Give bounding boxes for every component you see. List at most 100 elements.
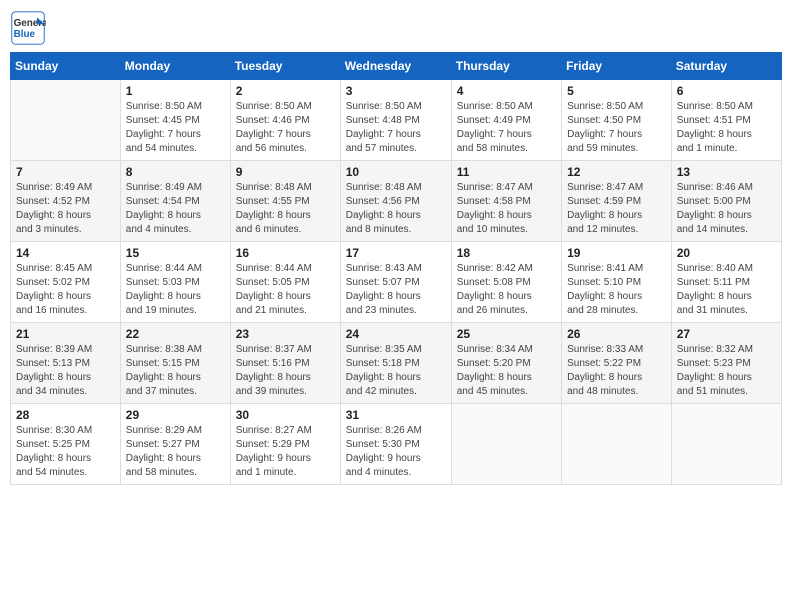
day-info: Sunrise: 8:47 AMSunset: 4:58 PMDaylight:… [457, 181, 556, 237]
calendar-cell: 18 Sunrise: 8:42 AMSunset: 5:08 PMDayligh… [451, 242, 561, 323]
day-info: Sunrise: 8:50 AMSunset: 4:50 PMDaylight:… [567, 100, 666, 156]
day-number: 1 [126, 84, 225, 98]
calendar-cell: 19 Sunrise: 8:41 AMSunset: 5:10 PMDayligh… [562, 242, 672, 323]
calendar-cell: 15 Sunrise: 8:44 AMSunset: 5:03 PMDayligh… [120, 242, 230, 323]
calendar-cell: 16Sunrise: 8:44 AMSunset: 5:05 PMDayligh… [230, 242, 340, 323]
calendar-cell: 24 Sunrise: 8:35 AMSunset: 5:18 PMDayligh… [340, 323, 451, 404]
calendar-cell: 17 Sunrise: 8:43 AMSunset: 5:07 PMDayligh… [340, 242, 451, 323]
day-info: Sunrise: 8:44 AMSunset: 5:03 PMDaylight:… [126, 262, 225, 318]
calendar-header-row: SundayMondayTuesdayWednesdayThursdayFrid… [11, 53, 782, 80]
calendar-cell: 29 Sunrise: 8:29 AMSunset: 5:27 PMDayligh… [120, 404, 230, 485]
header-wednesday: Wednesday [340, 53, 451, 80]
page-header: General Blue [10, 10, 782, 46]
day-info: Sunrise: 8:50 AMSunset: 4:48 PMDaylight:… [346, 100, 446, 156]
day-info: Sunrise: 8:26 AMSunset: 5:30 PMDaylight:… [346, 424, 446, 480]
day-info: Sunrise: 8:35 AMSunset: 5:18 PMDaylight:… [346, 343, 446, 399]
day-number: 18 [457, 246, 556, 260]
header-saturday: Saturday [671, 53, 781, 80]
calendar-cell: 22 Sunrise: 8:38 AMSunset: 5:15 PMDayligh… [120, 323, 230, 404]
day-info: Sunrise: 8:43 AMSunset: 5:07 PMDaylight:… [346, 262, 446, 318]
calendar-cell: 28Sunrise: 8:30 AMSunset: 5:25 PMDayligh… [11, 404, 121, 485]
calendar-cell: 1Sunrise: 8:50 AMSunset: 4:45 PMDaylight… [120, 80, 230, 161]
calendar-cell: 14 Sunrise: 8:45 AMSunset: 5:02 PMDayligh… [11, 242, 121, 323]
day-info: Sunrise: 8:33 AMSunset: 5:22 PMDaylight:… [567, 343, 666, 399]
day-number: 5 [567, 84, 666, 98]
calendar-cell: 6 Sunrise: 8:50 AMSunset: 4:51 PMDaylight… [671, 80, 781, 161]
day-info: Sunrise: 8:50 AMSunset: 4:49 PMDaylight:… [457, 100, 556, 156]
day-info: Sunrise: 8:39 AMSunset: 5:13 PMDaylight:… [16, 343, 115, 399]
day-number: 2 [236, 84, 335, 98]
day-number: 26 [567, 327, 666, 341]
day-info: Sunrise: 8:37 AMSunset: 5:16 PMDaylight:… [236, 343, 335, 399]
day-number: 9 [236, 165, 335, 179]
day-number: 3 [346, 84, 446, 98]
day-info: Sunrise: 8:48 AMSunset: 4:55 PMDaylight:… [236, 181, 335, 237]
calendar-cell: 11 Sunrise: 8:47 AMSunset: 4:58 PMDayligh… [451, 161, 561, 242]
day-number: 15 [126, 246, 225, 260]
day-number: 29 [126, 408, 225, 422]
calendar-week-1: 7 Sunrise: 8:49 AMSunset: 4:52 PMDaylight… [11, 161, 782, 242]
day-number: 8 [126, 165, 225, 179]
calendar-cell [671, 404, 781, 485]
day-number: 14 [16, 246, 115, 260]
calendar-cell [451, 404, 561, 485]
calendar-cell: 26 Sunrise: 8:33 AMSunset: 5:22 PMDayligh… [562, 323, 672, 404]
day-info: Sunrise: 8:41 AMSunset: 5:10 PMDaylight:… [567, 262, 666, 318]
calendar-cell: 12 Sunrise: 8:47 AMSunset: 4:59 PMDayligh… [562, 161, 672, 242]
day-number: 7 [16, 165, 115, 179]
calendar-week-4: 28Sunrise: 8:30 AMSunset: 5:25 PMDayligh… [11, 404, 782, 485]
day-info: Sunrise: 8:34 AMSunset: 5:20 PMDaylight:… [457, 343, 556, 399]
calendar-cell: 23 Sunrise: 8:37 AMSunset: 5:16 PMDayligh… [230, 323, 340, 404]
day-number: 27 [677, 327, 776, 341]
day-info: Sunrise: 8:29 AMSunset: 5:27 PMDaylight:… [126, 424, 225, 480]
day-number: 17 [346, 246, 446, 260]
day-number: 4 [457, 84, 556, 98]
day-number: 13 [677, 165, 776, 179]
svg-text:Blue: Blue [14, 29, 36, 40]
header-monday: Monday [120, 53, 230, 80]
day-number: 21 [16, 327, 115, 341]
day-number: 24 [346, 327, 446, 341]
calendar-cell: 10Sunrise: 8:48 AMSunset: 4:56 PMDayligh… [340, 161, 451, 242]
header-tuesday: Tuesday [230, 53, 340, 80]
calendar-cell: 13 Sunrise: 8:46 AMSunset: 5:00 PMDayligh… [671, 161, 781, 242]
day-number: 11 [457, 165, 556, 179]
header-friday: Friday [562, 53, 672, 80]
day-number: 23 [236, 327, 335, 341]
calendar-cell: 7 Sunrise: 8:49 AMSunset: 4:52 PMDaylight… [11, 161, 121, 242]
day-number: 22 [126, 327, 225, 341]
day-info: Sunrise: 8:42 AMSunset: 5:08 PMDaylight:… [457, 262, 556, 318]
day-info: Sunrise: 8:30 AMSunset: 5:25 PMDaylight:… [16, 424, 115, 480]
calendar-cell [562, 404, 672, 485]
header-thursday: Thursday [451, 53, 561, 80]
day-number: 16 [236, 246, 335, 260]
day-info: Sunrise: 8:49 AMSunset: 4:52 PMDaylight:… [16, 181, 115, 237]
day-number: 10 [346, 165, 446, 179]
day-number: 20 [677, 246, 776, 260]
calendar-cell: 30Sunrise: 8:27 AMSunset: 5:29 PMDayligh… [230, 404, 340, 485]
day-info: Sunrise: 8:38 AMSunset: 5:15 PMDaylight:… [126, 343, 225, 399]
calendar-cell: 4 Sunrise: 8:50 AMSunset: 4:49 PMDaylight… [451, 80, 561, 161]
day-info: Sunrise: 8:47 AMSunset: 4:59 PMDaylight:… [567, 181, 666, 237]
day-number: 19 [567, 246, 666, 260]
calendar-week-3: 21 Sunrise: 8:39 AMSunset: 5:13 PMDayligh… [11, 323, 782, 404]
calendar-week-2: 14 Sunrise: 8:45 AMSunset: 5:02 PMDayligh… [11, 242, 782, 323]
calendar-cell [11, 80, 121, 161]
day-info: Sunrise: 8:46 AMSunset: 5:00 PMDaylight:… [677, 181, 776, 237]
calendar-week-0: 1Sunrise: 8:50 AMSunset: 4:45 PMDaylight… [11, 80, 782, 161]
day-info: Sunrise: 8:50 AMSunset: 4:51 PMDaylight:… [677, 100, 776, 156]
day-info: Sunrise: 8:40 AMSunset: 5:11 PMDaylight:… [677, 262, 776, 318]
calendar-cell: 2 Sunrise: 8:50 AMSunset: 4:46 PMDaylight… [230, 80, 340, 161]
day-number: 31 [346, 408, 446, 422]
day-info: Sunrise: 8:27 AMSunset: 5:29 PMDaylight:… [236, 424, 335, 480]
calendar-cell: 5 Sunrise: 8:50 AMSunset: 4:50 PMDaylight… [562, 80, 672, 161]
day-number: 12 [567, 165, 666, 179]
calendar-cell: 20 Sunrise: 8:40 AMSunset: 5:11 PMDayligh… [671, 242, 781, 323]
calendar-cell: 25Sunrise: 8:34 AMSunset: 5:20 PMDayligh… [451, 323, 561, 404]
calendar-cell: 27Sunrise: 8:32 AMSunset: 5:23 PMDayligh… [671, 323, 781, 404]
day-info: Sunrise: 8:45 AMSunset: 5:02 PMDaylight:… [16, 262, 115, 318]
day-number: 6 [677, 84, 776, 98]
calendar-cell: 8Sunrise: 8:49 AMSunset: 4:54 PMDaylight… [120, 161, 230, 242]
day-info: Sunrise: 8:50 AMSunset: 4:46 PMDaylight:… [236, 100, 335, 156]
calendar-table: SundayMondayTuesdayWednesdayThursdayFrid… [10, 52, 782, 485]
